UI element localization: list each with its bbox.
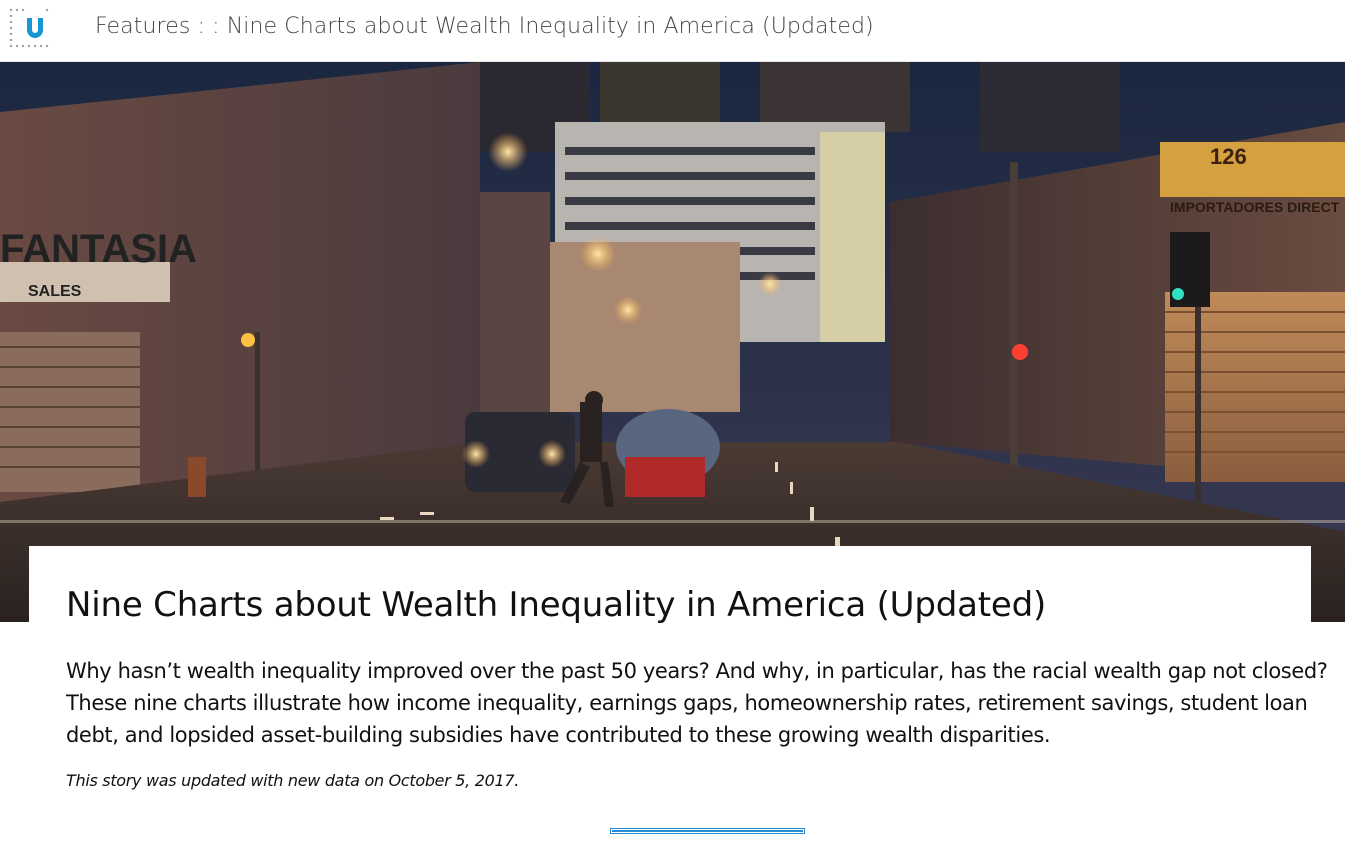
fantasia-sign: FANTASIA (0, 227, 197, 271)
breadcrumb-section[interactable]: Features (95, 14, 190, 39)
update-note: This story was updated with new data on … (66, 771, 520, 790)
importadores-sign: IMPORTADORES DIRECT (1170, 199, 1340, 215)
article-lede: Why hasn’t wealth inequality improved ov… (66, 659, 1328, 747)
article-title: Nine Charts about Wealth Inequality in A… (66, 585, 1047, 625)
number-sign: 126 (1210, 144, 1247, 169)
breadcrumb-article-title: Nine Charts about Wealth Inequality in A… (226, 14, 874, 39)
urban-institute-logo-icon[interactable] (8, 6, 50, 50)
breadcrumb: Features : : Nine Charts about Wealth In… (95, 14, 874, 39)
section-divider (610, 828, 805, 834)
top-bar: Features : : Nine Charts about Wealth In… (0, 0, 1345, 62)
sales-sign: SALES (28, 283, 82, 300)
hero-image: FANTASIA SALES 126 IMPORTADORES DIRECT (0, 62, 1345, 622)
breadcrumb-separator: : : (197, 14, 220, 39)
street-scene-photo: FANTASIA SALES 126 IMPORTADORES DIRECT (0, 62, 1345, 622)
